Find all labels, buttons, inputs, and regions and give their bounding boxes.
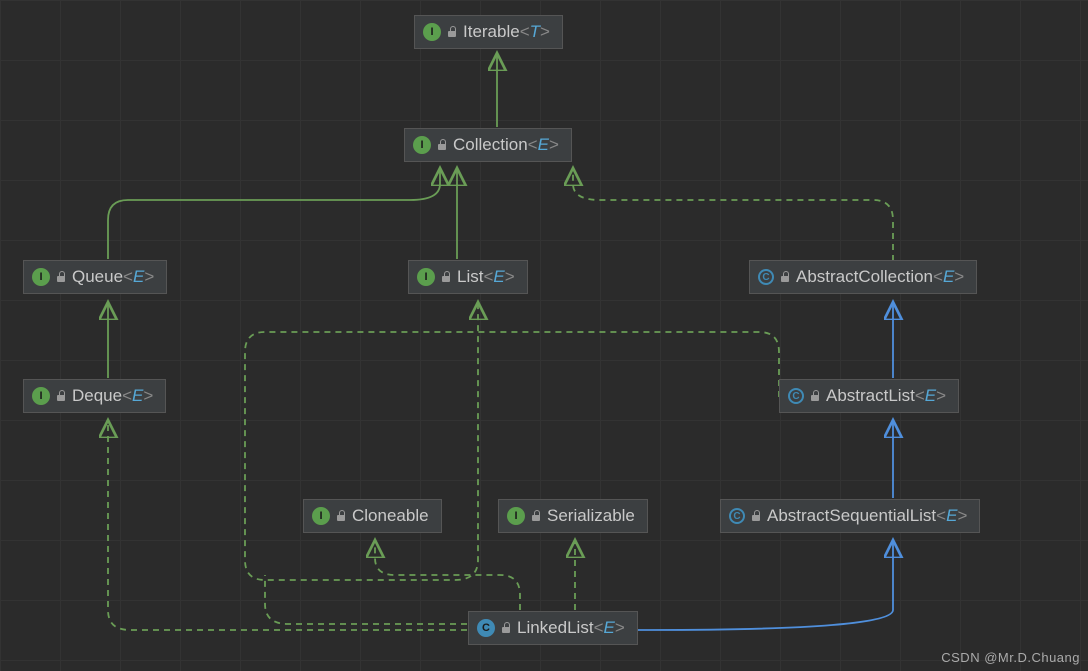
node-queue[interactable]: I Queue<E> [23, 260, 167, 294]
interface-icon: I [413, 136, 431, 154]
node-linkedlist[interactable]: C LinkedList<E> [468, 611, 638, 645]
node-label: Deque<E> [72, 386, 153, 406]
node-label: AbstractCollection<E> [796, 267, 964, 287]
node-absseqlist[interactable]: C AbstractSequentialList<E> [720, 499, 980, 533]
lock-icon [336, 511, 346, 521]
node-abscol[interactable]: C AbstractCollection<E> [749, 260, 977, 294]
abstract-class-icon: C [729, 508, 745, 524]
lock-icon [501, 623, 511, 633]
node-label: Cloneable [352, 506, 429, 526]
lock-icon [780, 272, 790, 282]
node-cloneable[interactable]: I Cloneable [303, 499, 442, 533]
lock-icon [56, 272, 66, 282]
lock-icon [531, 511, 541, 521]
lock-icon [56, 391, 66, 401]
node-serializable[interactable]: I Serializable [498, 499, 648, 533]
lock-icon [441, 272, 451, 282]
abstract-class-icon: C [758, 269, 774, 285]
node-label: Iterable<T> [463, 22, 550, 42]
lock-icon [437, 140, 447, 150]
interface-icon: I [423, 23, 441, 41]
lock-icon [751, 511, 761, 521]
background-grid [0, 0, 1088, 671]
node-label: List<E> [457, 267, 515, 287]
node-label: Queue<E> [72, 267, 154, 287]
node-list[interactable]: I List<E> [408, 260, 528, 294]
node-label: Collection<E> [453, 135, 559, 155]
node-label: AbstractList<E> [826, 386, 946, 406]
node-collection[interactable]: I Collection<E> [404, 128, 572, 162]
node-label: LinkedList<E> [517, 618, 625, 638]
interface-icon: I [312, 507, 330, 525]
node-label: Serializable [547, 506, 635, 526]
interface-icon: I [417, 268, 435, 286]
node-iterable[interactable]: I Iterable<T> [414, 15, 563, 49]
lock-icon [810, 391, 820, 401]
abstract-class-icon: C [788, 388, 804, 404]
interface-icon: I [32, 387, 50, 405]
class-icon: C [477, 619, 495, 637]
interface-icon: I [32, 268, 50, 286]
node-abslist[interactable]: C AbstractList<E> [779, 379, 959, 413]
node-deque[interactable]: I Deque<E> [23, 379, 166, 413]
node-label: AbstractSequentialList<E> [767, 506, 967, 526]
interface-icon: I [507, 507, 525, 525]
lock-icon [447, 27, 457, 37]
watermark: CSDN @Mr.D.Chuang [941, 650, 1080, 665]
